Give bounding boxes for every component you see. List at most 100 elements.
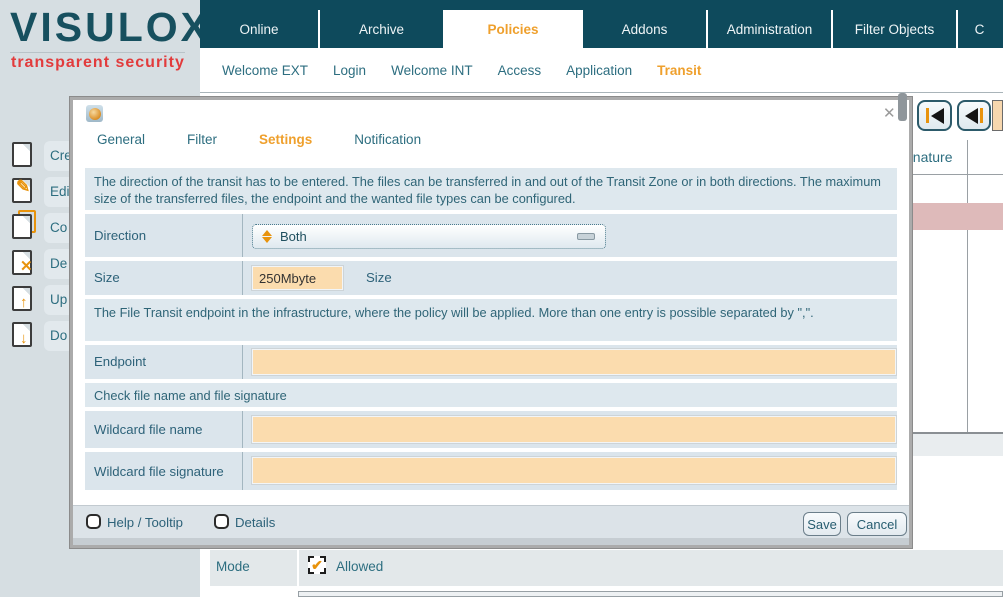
endpoint-label: Endpoint bbox=[94, 354, 146, 369]
dialog-tab-notification[interactable]: Notification bbox=[354, 132, 421, 147]
endpoint-intro-paragraph: The File Transit endpoint in the infrast… bbox=[85, 299, 897, 326]
copy-document-icon bbox=[12, 214, 32, 239]
endpoint-input[interactable] bbox=[252, 349, 896, 375]
wildcard-name-row: Wildcard file name bbox=[85, 411, 897, 448]
dialog-tabs: General Filter Settings Notification bbox=[97, 132, 421, 147]
dialog-tab-filter[interactable]: Filter bbox=[187, 132, 217, 147]
scrollbar-thumb[interactable] bbox=[898, 93, 907, 121]
tab-administration[interactable]: Administration bbox=[708, 10, 831, 48]
tab-administration-label: Administration bbox=[727, 22, 813, 37]
help-tooltip-label: Help / Tooltip bbox=[107, 515, 183, 530]
mode-checkbox[interactable]: ✔ bbox=[308, 556, 326, 574]
subtab-welcome-int[interactable]: Welcome INT bbox=[391, 63, 473, 78]
direction-label: Direction bbox=[94, 228, 146, 243]
fingerprint-icon bbox=[89, 108, 101, 120]
mode-value: Allowed bbox=[336, 559, 383, 574]
wildcard-name-input[interactable] bbox=[252, 416, 896, 443]
brand-logo: VISULOX bbox=[10, 4, 211, 51]
details-label: Details bbox=[235, 515, 275, 530]
sidebar-item-label: Edi bbox=[50, 184, 70, 199]
table-column-border bbox=[967, 140, 968, 432]
wildcard-signature-label: Wildcard file signature bbox=[94, 464, 224, 479]
tab-policies[interactable]: Policies bbox=[445, 10, 581, 48]
secondary-nav: Welcome EXT Login Welcome INT Access App… bbox=[200, 48, 1003, 93]
wildcard-name-label: Wildcard file name bbox=[94, 422, 202, 437]
delete-x-icon: ✕ bbox=[20, 259, 33, 274]
tab-online[interactable]: Online bbox=[200, 10, 318, 48]
size-row: Size Size bbox=[85, 261, 897, 295]
table-header-signature: gnature bbox=[905, 149, 952, 165]
row-divider bbox=[242, 214, 243, 257]
tab-filter-objects-label: Filter Objects bbox=[855, 22, 935, 37]
subtab-transit[interactable]: Transit bbox=[657, 63, 701, 78]
direction-row: Direction Both bbox=[85, 214, 897, 257]
previous-page-icon bbox=[980, 108, 983, 123]
dialog-titlebar-icon bbox=[86, 105, 103, 122]
subtab-welcome-ext[interactable]: Welcome EXT bbox=[222, 63, 308, 78]
direction-intro-text: The direction of the transit has to be e… bbox=[85, 168, 897, 210]
tab-archive[interactable]: Archive bbox=[320, 10, 443, 48]
size-label: Size bbox=[94, 270, 120, 285]
help-tooltip-checkbox[interactable] bbox=[86, 514, 101, 529]
row-divider bbox=[242, 452, 243, 490]
page-number-field-partial[interactable] bbox=[992, 100, 1003, 131]
upload-arrow-icon: ↑ bbox=[20, 295, 28, 310]
dialog-tab-general[interactable]: General bbox=[97, 132, 145, 147]
mode-row-divider bbox=[297, 550, 299, 586]
tab-partial[interactable]: C bbox=[958, 10, 1001, 48]
check-heading-row: Check file name and file signature bbox=[85, 383, 897, 407]
sidebar-item-label: Do bbox=[50, 328, 67, 343]
logo-divider bbox=[10, 52, 185, 53]
wildcard-signature-row: Wildcard file signature bbox=[85, 452, 897, 490]
primary-nav: Online Archive Policies Addons Administr… bbox=[200, 0, 1003, 48]
tab-partial-label: C bbox=[975, 22, 985, 37]
tab-addons-label: Addons bbox=[622, 22, 668, 37]
mode-row bbox=[210, 550, 1003, 586]
previous-page-icon bbox=[965, 108, 978, 124]
previous-page-button[interactable] bbox=[957, 100, 991, 131]
diamond-down-icon bbox=[262, 237, 272, 243]
row-divider bbox=[242, 411, 243, 448]
screen: VISULOX transparent security Online Arch… bbox=[0, 0, 1003, 597]
dialog-bottom-strip bbox=[73, 538, 909, 545]
endpoint-row: Endpoint bbox=[85, 345, 897, 379]
pencil-icon: ✎ bbox=[16, 179, 30, 194]
tab-filter-objects[interactable]: Filter Objects bbox=[833, 10, 956, 48]
direction-selected-value: Both bbox=[280, 229, 307, 244]
size-input[interactable] bbox=[252, 266, 343, 290]
subtab-application[interactable]: Application bbox=[566, 63, 632, 78]
sidebar-item-label: Up bbox=[50, 292, 67, 307]
details-checkbox[interactable] bbox=[214, 514, 229, 529]
direction-dropdown[interactable]: Both bbox=[252, 224, 606, 249]
check-heading-text: Check file name and file signature bbox=[85, 383, 897, 409]
direction-intro-paragraph: The direction of the transit has to be e… bbox=[85, 168, 897, 212]
subtab-access[interactable]: Access bbox=[498, 63, 542, 78]
first-page-button[interactable] bbox=[917, 100, 952, 131]
sort-diamond-icon bbox=[262, 230, 272, 243]
tab-archive-label: Archive bbox=[359, 22, 404, 37]
tab-online-label: Online bbox=[239, 22, 278, 37]
diamond-up-icon bbox=[262, 230, 272, 236]
tab-addons[interactable]: Addons bbox=[583, 10, 706, 48]
check-icon: ✔ bbox=[311, 557, 323, 574]
sidebar-item-label: Cre bbox=[50, 148, 72, 163]
dialog-footer: Help / Tooltip Details Save Cancel bbox=[73, 505, 909, 539]
sidebar-item-label: Co bbox=[50, 220, 67, 235]
download-arrow-icon: ↓ bbox=[20, 331, 28, 346]
close-icon[interactable]: ✕ bbox=[883, 104, 896, 122]
brand-tagline: transparent security bbox=[11, 54, 185, 72]
new-document-icon bbox=[12, 142, 32, 167]
subtab-login[interactable]: Login bbox=[333, 63, 366, 78]
tab-policies-label: Policies bbox=[487, 22, 538, 37]
wildcard-signature-input[interactable] bbox=[252, 457, 896, 484]
save-button[interactable]: Save bbox=[803, 512, 841, 536]
row-divider bbox=[242, 261, 243, 295]
dialog-tab-settings[interactable]: Settings bbox=[259, 132, 312, 147]
size-suffix-label: Size bbox=[366, 270, 392, 285]
endpoint-intro-text: The File Transit endpoint in the infrast… bbox=[85, 299, 897, 341]
dropdown-handle-icon[interactable] bbox=[577, 233, 595, 240]
cancel-button[interactable]: Cancel bbox=[847, 512, 907, 536]
first-page-icon bbox=[931, 108, 944, 124]
mode-label: Mode bbox=[216, 559, 250, 574]
transit-policy-dialog: ✕ General Filter Settings Notification T… bbox=[70, 97, 912, 548]
